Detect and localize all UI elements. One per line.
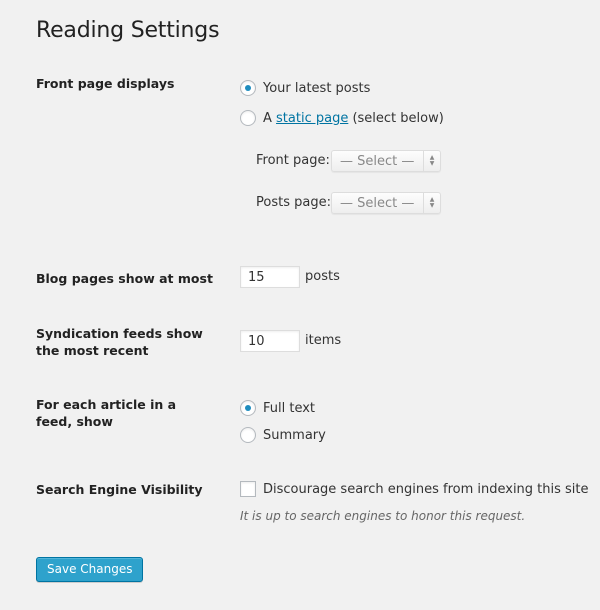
blog-pages-unit: posts (305, 269, 340, 284)
radio-static-page-label[interactable]: A static page (select below) (263, 111, 444, 126)
radio-latest-posts-label[interactable]: Your latest posts (263, 81, 370, 96)
syndication-unit: items (305, 333, 342, 348)
front-page-select-value: — Select — (340, 153, 415, 169)
blog-pages-label: Blog pages show at most (36, 271, 213, 286)
static-page-link[interactable]: static page (276, 111, 348, 126)
posts-page-select-value: — Select — (340, 195, 415, 211)
feed-article-label: For each article in a feed, show (36, 397, 177, 429)
radio-full-text-row[interactable]: Full text (240, 399, 315, 417)
radio-summary[interactable] (240, 427, 256, 443)
radio-static-page[interactable] (240, 110, 256, 126)
search-visibility-description: It is up to search engines to honor this… (240, 509, 526, 523)
discourage-search-checkbox[interactable] (240, 481, 256, 497)
page-title: Reading Settings (36, 18, 220, 43)
radio-full-text-label[interactable]: Full text (263, 401, 315, 416)
front-page-displays-label: Front page displays (36, 76, 175, 91)
radio-summary-label[interactable]: Summary (263, 428, 326, 443)
radio-latest-posts[interactable] (240, 80, 256, 96)
search-visibility-label: Search Engine Visibility (36, 482, 203, 497)
save-changes-button[interactable]: Save Changes (36, 557, 144, 582)
discourage-search-row[interactable]: Discourage search engines from indexing … (240, 480, 589, 498)
radio-static-page-row[interactable]: A static page (select below) (240, 109, 444, 127)
posts-page-select[interactable]: — Select — ▲ ▼ (331, 192, 441, 214)
static-page-suffix: (select below) (348, 110, 444, 126)
radio-full-text[interactable] (240, 400, 256, 416)
select-arrows-icon: ▲ ▼ (423, 193, 440, 213)
radio-latest-posts-row[interactable]: Your latest posts (240, 79, 370, 97)
blog-pages-input[interactable] (240, 266, 300, 288)
static-page-prefix: A (263, 110, 277, 126)
syndication-label: Syndication feeds show the most recent (36, 326, 203, 358)
front-page-select-label: Front page: (256, 153, 330, 168)
select-arrows-icon: ▲ ▼ (423, 151, 440, 171)
front-page-select[interactable]: — Select — ▲ ▼ (331, 150, 441, 172)
discourage-search-label[interactable]: Discourage search engines from indexing … (263, 482, 589, 497)
syndication-input[interactable] (240, 330, 300, 352)
radio-summary-row[interactable]: Summary (240, 426, 326, 444)
posts-page-select-label: Posts page: (256, 195, 331, 210)
